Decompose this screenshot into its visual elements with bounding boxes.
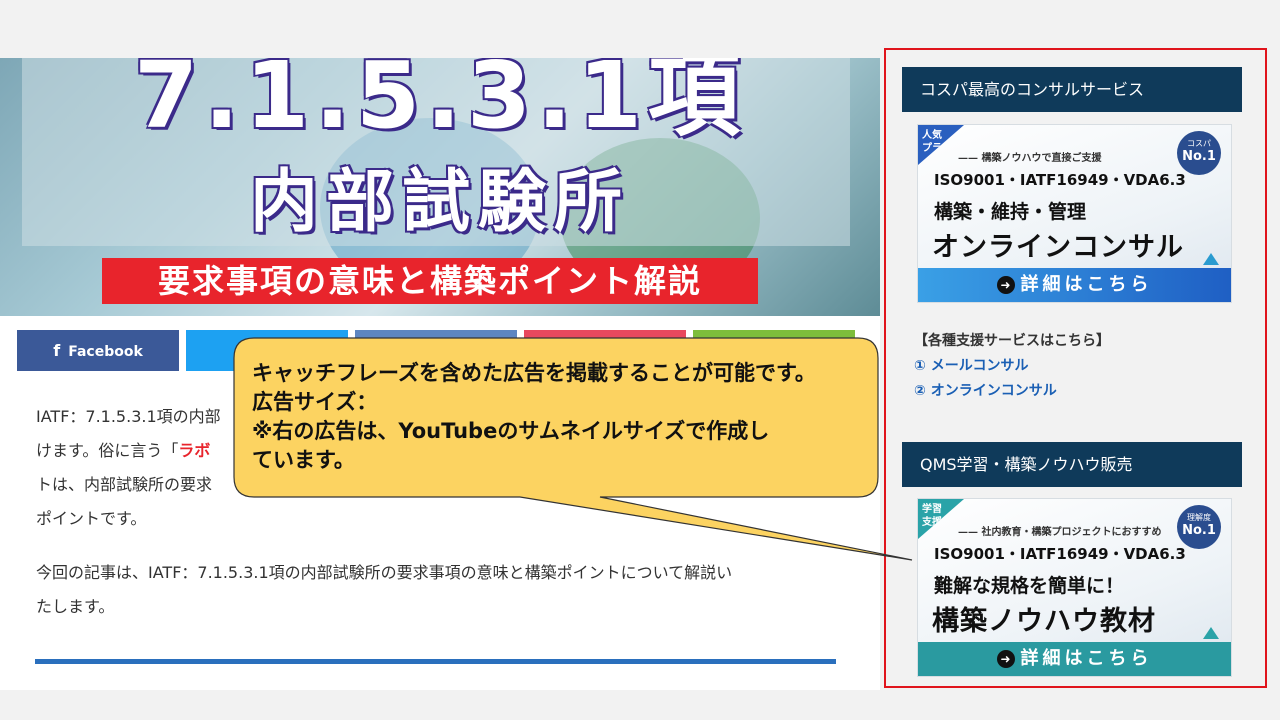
eyecatch-image: 7.1.5.3.1項 内部試験所 要求事項の意味と構築ポイント解説 [0, 58, 880, 316]
article-paragraph-2: 今回の記事は、IATF：7.1.5.3.1項の内部試験所の要求事項の意味と構築ポ… [36, 556, 836, 624]
paragraph-text: けます。俗に言う「 [36, 441, 179, 460]
arrow-right-icon: ➜ [996, 650, 1015, 668]
arrow-right-icon: ➜ [996, 276, 1015, 294]
hero-title-line2: 内部試験所 [249, 163, 630, 242]
ad-cta[interactable]: ➜ 詳細はこちら [918, 268, 1231, 302]
paragraph-text: たします。 [36, 597, 115, 616]
callout-text: キャッチフレーズを含めた広告を掲載することが可能です。 広告サイズ： ※右の広告… [252, 359, 862, 475]
callout-line: ています。 [252, 448, 355, 472]
decor-triangle-icon [1203, 253, 1219, 265]
ad-headline: オンラインコンサル [932, 232, 1184, 263]
paragraph-text: IATF：7.1.5.3.1項の内部 [36, 407, 221, 426]
ad-cta-label: 詳細はこちら [1020, 648, 1153, 669]
facebook-share-label: Facebook [68, 344, 143, 360]
ad-subtitle: —— 社内教育・構築プロジェクトにおすすめ [958, 527, 1162, 538]
section-divider [35, 659, 836, 664]
ad-cta-label: 詳細はこちら [1020, 274, 1153, 295]
callout-line: キャッチフレーズを含めた広告を掲載することが可能です。 [252, 361, 816, 385]
no1-medal-icon: コスパ No.1 [1177, 131, 1221, 175]
no1-medal-icon: 理解度 No.1 [1177, 505, 1221, 549]
callout-line: 広告サイズ： [252, 390, 378, 414]
paragraph-text: ポイントです。 [36, 509, 147, 528]
medal-label: コスパ [1187, 139, 1211, 148]
highlight-link[interactable]: ラボ [178, 441, 210, 460]
facebook-share-button[interactable]: f Facebook [17, 330, 179, 371]
ad-line2: 構築・維持・管理 [934, 201, 1087, 223]
ad-headline: 構築ノウハウ教材 [932, 606, 1156, 637]
hero-title-line1: 7.1.5.3.1項 [134, 58, 746, 149]
medal-rank: No.1 [1182, 523, 1216, 538]
facebook-icon: f [53, 341, 61, 360]
link-online-consulting[interactable]: ② オンラインコンサル [914, 380, 1057, 400]
medal-rank: No.1 [1182, 149, 1216, 164]
ad-cta[interactable]: ➜ 詳細はこちら [918, 642, 1231, 676]
ad-line2: 難解な規格を簡単に！ [934, 575, 1125, 597]
link-email-consulting[interactable]: ① メールコンサル [914, 355, 1028, 375]
widget-title-qms: QMS学習・構築ノウハウ販売 [902, 442, 1242, 487]
decor-triangle-icon [1203, 627, 1219, 639]
support-services-heading: 【各種支援サービスはこちら】 [914, 333, 1110, 349]
ad-standards: ISO9001・IATF16949・VDA6.3 [934, 171, 1186, 189]
ad-subtitle: —— 構築ノウハウで直接ご支援 [958, 153, 1102, 164]
ad-standards: ISO9001・IATF16949・VDA6.3 [934, 545, 1186, 563]
medal-label: 理解度 [1187, 513, 1211, 522]
ad-banner-knowhow-material[interactable]: 学習 支援 —— 社内教育・構築プロジェクトにおすすめ ISO9001・IATF… [917, 498, 1232, 677]
paragraph-text: トは、内部試験所の要求 [36, 475, 213, 494]
hero-banner: 要求事項の意味と構築ポイント解説 [102, 258, 758, 304]
callout-line: ※右の広告は、YouTubeのサムネイルサイズで作成し [252, 419, 770, 443]
paragraph-text: 今回の記事は、IATF：7.1.5.3.1項の内部試験所の要求事項の意味と構築ポ… [36, 563, 733, 582]
ad-banner-online-consulting[interactable]: 人気 プラン —— 構築ノウハウで直接ご支援 ISO9001・IATF16949… [917, 124, 1232, 303]
widget-title-consulting: コスパ最高のコンサルサービス [902, 67, 1242, 112]
